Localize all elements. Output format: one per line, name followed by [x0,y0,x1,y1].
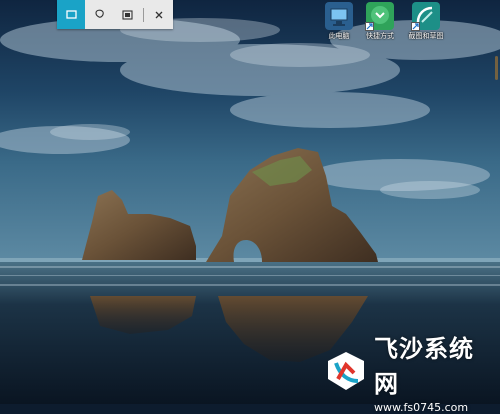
desktop-icon-label: 快捷方式 [366,32,394,40]
desktop-icon-shortcut[interactable]: 快捷方式 [359,2,401,44]
watermark-logo-icon [324,349,368,393]
close-icon [154,5,164,24]
edge-handle [495,56,498,80]
toolbar-divider [142,7,144,22]
watermark: 飞沙系统网 www.fs0745.com [324,335,494,414]
computer-icon [325,2,353,30]
shortcut-arrow-icon [411,22,420,31]
desktop-icon-label: 此电脑 [328,32,350,40]
freeform-snip-icon [94,5,105,24]
app-icon [365,2,394,31]
watermark-url: www.fs0745.com [374,400,469,414]
desktop-icon-label: 截图和草图 [408,32,444,40]
desktop-icon-computer[interactable]: 此电脑 [318,2,360,44]
fullscreen-snip-button[interactable] [114,0,142,29]
fullscreen-snip-icon [122,5,133,24]
desktop-icon-snip-sketch[interactable]: 截图和草图 [405,2,447,44]
watermark-title: 飞沙系统网 [374,334,474,398]
close-snip-button[interactable] [145,0,173,29]
snip-toolbar [57,0,173,29]
snip-sketch-icon [411,2,440,31]
rectangular-snip-button[interactable] [57,0,86,29]
shortcut-arrow-icon [365,22,374,31]
rectangular-snip-icon [65,5,77,24]
freeform-snip-button[interactable] [85,0,113,29]
